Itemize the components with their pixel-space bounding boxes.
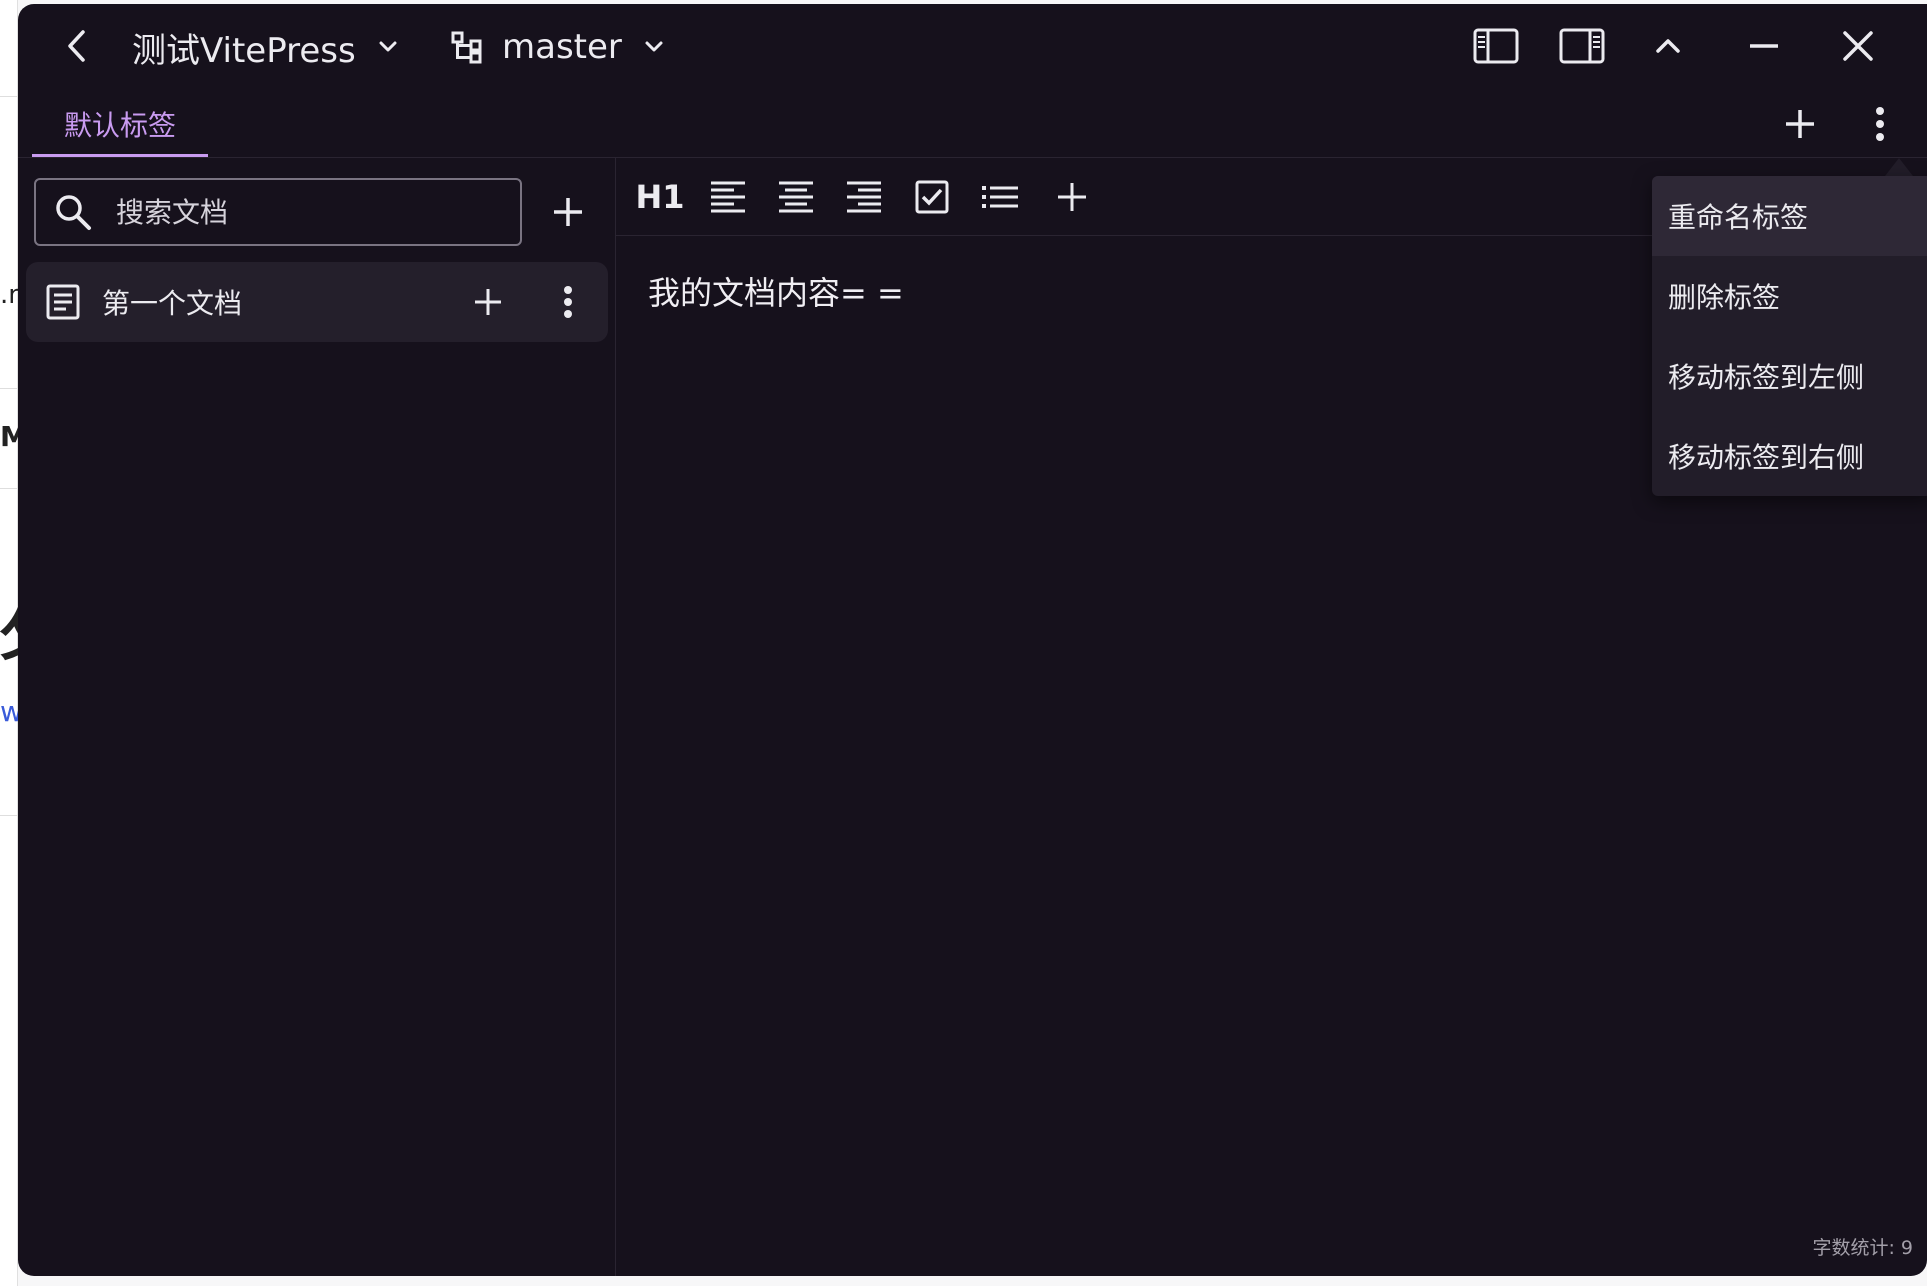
app-window: 测试VitePress master 默认标签 搜索文档 第一个文档 H1 我的…: [18, 4, 1927, 1276]
list-icon: [982, 186, 1018, 208]
search-icon: [56, 195, 91, 230]
heading-label: H1: [635, 178, 685, 216]
align-center-button[interactable]: [766, 168, 826, 226]
chevron-up-icon: [1656, 39, 1680, 53]
insert-button[interactable]: [1042, 168, 1102, 226]
checkbox-icon: [915, 180, 949, 214]
toggle-left-panel-button[interactable]: [1466, 16, 1526, 76]
plus-icon: [475, 289, 501, 315]
document-icon: [46, 284, 80, 320]
background-text: .n: [0, 280, 18, 310]
back-button[interactable]: [48, 16, 108, 76]
editor-content[interactable]: 我的文档内容= =: [648, 268, 904, 314]
document-sidebar: 第一个文档: [18, 158, 616, 1276]
menu-item-label: 移动标签到左侧: [1668, 361, 1865, 394]
align-center-icon: [779, 181, 813, 213]
add-tab-button[interactable]: [1770, 94, 1830, 154]
search-box: [34, 178, 522, 246]
branch-name: master: [502, 27, 622, 67]
toggle-right-panel-button[interactable]: [1552, 16, 1612, 76]
branch-icon: [451, 31, 482, 64]
menu-item-label: 重命名标签: [1668, 201, 1809, 234]
add-document-button[interactable]: [538, 182, 598, 242]
menu-item-rename-tab[interactable]: 重命名标签: [1652, 176, 1927, 256]
more-vertical-icon: [1876, 107, 1884, 141]
background-divider: [0, 96, 18, 97]
checkbox-button[interactable]: [902, 168, 962, 226]
active-tab-indicator: [32, 154, 208, 157]
minimize-button[interactable]: [1734, 16, 1794, 76]
chevron-down-icon: [379, 41, 397, 52]
collapse-button[interactable]: [1638, 16, 1698, 76]
word-count: 字数统计: 9: [1812, 1237, 1913, 1259]
menu-item-delete-tab[interactable]: 删除标签: [1652, 256, 1927, 336]
tab-bar: 默认标签: [18, 88, 1927, 158]
background-text: 攵: [0, 585, 18, 672]
bullet-list-button[interactable]: [970, 168, 1030, 226]
title-bar: 测试VitePress master: [18, 4, 1927, 88]
menu-item-label: 移动标签到右侧: [1668, 441, 1865, 474]
branch-selector[interactable]: master: [450, 24, 664, 70]
close-icon: [1843, 31, 1873, 61]
plus-icon: [1786, 110, 1814, 138]
minimize-icon: [1750, 44, 1778, 48]
chevron-down-icon: [645, 41, 663, 52]
document-item[interactable]: 第一个文档: [26, 262, 608, 342]
plus-icon: [1058, 183, 1086, 211]
document-title: 第一个文档: [102, 287, 243, 320]
align-right-button[interactable]: [834, 168, 894, 226]
background-text: M: [0, 420, 18, 453]
menu-item-move-tab-right[interactable]: 移动标签到右侧: [1652, 416, 1927, 496]
more-vertical-icon: [564, 286, 572, 318]
align-right-icon: [847, 181, 881, 213]
background-divider: [0, 388, 18, 389]
sidebar-left-icon: [1473, 28, 1519, 64]
project-name: 测试VitePress: [132, 30, 356, 71]
chevron-left-icon: [68, 30, 85, 62]
project-selector[interactable]: 测试VitePress: [132, 24, 398, 71]
background-divider: [0, 488, 18, 489]
heading-button[interactable]: H1: [630, 168, 690, 226]
menu-pointer: [1885, 158, 1913, 176]
menu-item-move-tab-left[interactable]: 移动标签到左侧: [1652, 336, 1927, 416]
document-more-button[interactable]: [538, 272, 598, 332]
tab-more-button[interactable]: [1850, 94, 1910, 154]
background-link: w: [0, 695, 18, 728]
align-left-button[interactable]: [698, 168, 758, 226]
add-subdocument-button[interactable]: [458, 272, 518, 332]
tab-context-menu: 重命名标签 删除标签 移动标签到左侧 移动标签到右侧: [1652, 176, 1927, 496]
align-left-icon: [711, 181, 745, 213]
menu-item-label: 删除标签: [1668, 281, 1781, 314]
plus-icon: [554, 198, 582, 226]
tab-label: 默认标签: [64, 109, 177, 142]
close-button[interactable]: [1828, 16, 1888, 76]
tab-default[interactable]: 默认标签: [32, 98, 208, 150]
search-input[interactable]: [116, 195, 476, 229]
background-divider: [0, 815, 18, 816]
sidebar-right-icon: [1559, 28, 1605, 64]
